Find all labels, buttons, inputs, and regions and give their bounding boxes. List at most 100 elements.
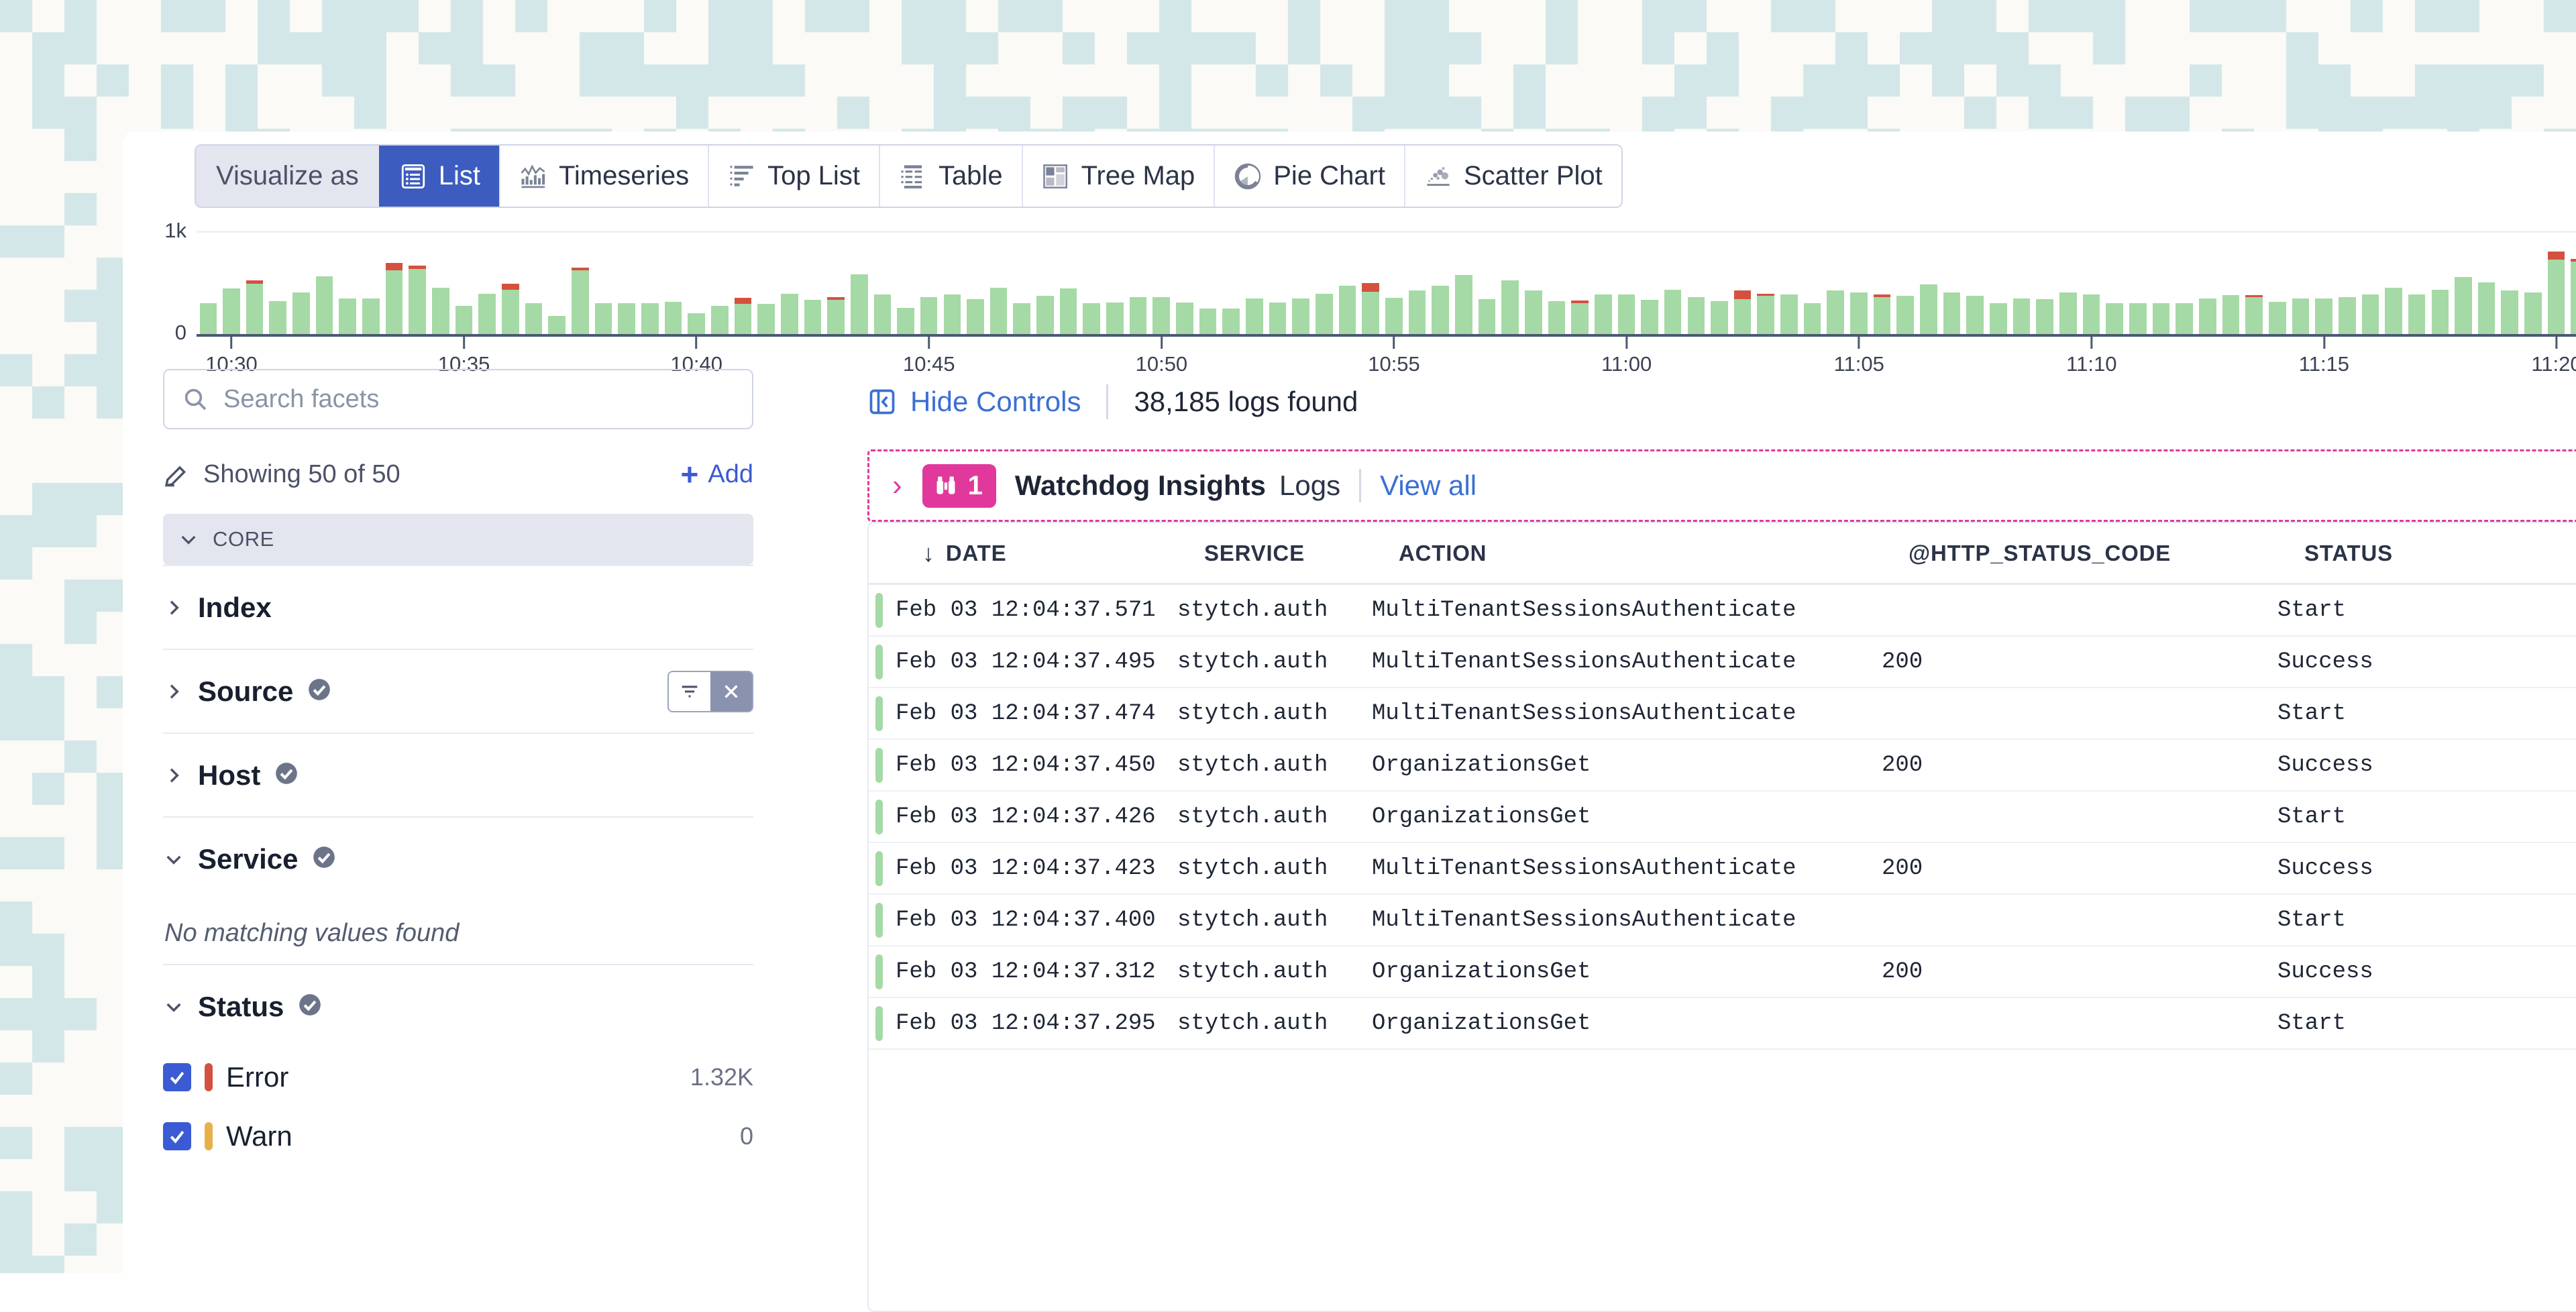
column-header-service[interactable]: SERVICE [1204, 541, 1399, 566]
histogram-bar[interactable] [429, 231, 453, 334]
histogram-bar[interactable] [360, 231, 383, 334]
histogram-bar[interactable] [2010, 231, 2033, 334]
watchdog-view-all-link[interactable]: View all [1380, 470, 1477, 502]
column-header-http-status-code[interactable]: @HTTP_STATUS_CODE [1909, 541, 2304, 566]
histogram-bar[interactable] [1684, 231, 1708, 334]
viz-tab-list[interactable]: List [379, 146, 499, 207]
histogram-bar[interactable] [685, 231, 708, 334]
histogram-bar[interactable] [1731, 231, 1754, 334]
histogram-bar[interactable] [731, 231, 755, 334]
histogram-bar[interactable] [755, 231, 778, 334]
table-row[interactable]: Feb 03 12:04:37.450 stytch.auth Organiza… [869, 740, 2576, 791]
histogram-bar[interactable] [2057, 231, 2080, 334]
histogram-bar[interactable] [2452, 231, 2475, 334]
facet-row-index[interactable]: Index [163, 565, 753, 649]
histogram-bar[interactable] [1266, 231, 1289, 334]
histogram-bar[interactable] [964, 231, 987, 334]
histogram-bar[interactable] [1289, 231, 1313, 334]
histogram-bar[interactable] [708, 231, 731, 334]
histogram-bar[interactable] [1894, 231, 1917, 334]
histogram-bar[interactable] [2428, 231, 2452, 334]
histogram-bar[interactable] [2265, 231, 2289, 334]
histogram-bar[interactable] [1824, 231, 1847, 334]
histogram-bar[interactable] [2149, 231, 2173, 334]
column-header-date[interactable]: ↓ DATE [896, 541, 1204, 566]
histogram-bar[interactable] [2522, 231, 2545, 334]
histogram-bar[interactable] [1847, 231, 1871, 334]
histogram-bar[interactable] [1661, 231, 1684, 334]
histogram-bar[interactable] [1104, 231, 1127, 334]
histogram-bar[interactable] [871, 231, 894, 334]
histogram-bar[interactable] [569, 231, 592, 334]
hide-controls-button[interactable]: Hide Controls [867, 386, 1081, 418]
histogram-bar[interactable] [1870, 231, 1894, 334]
histogram-bar[interactable] [1336, 231, 1359, 334]
histogram-bar[interactable] [1964, 231, 1987, 334]
logs-histogram[interactable]: 1k 0 10:3010:3510:4010:4510:5010:5511:00… [123, 219, 2576, 353]
histogram-bar[interactable] [2498, 231, 2522, 334]
histogram-bar[interactable] [220, 231, 244, 334]
table-row[interactable]: Feb 03 12:04:37.295 stytch.auth Organiza… [869, 998, 2576, 1050]
histogram-bar[interactable] [894, 231, 918, 334]
histogram-bar[interactable] [2173, 231, 2196, 334]
histogram-bar[interactable] [2405, 231, 2428, 334]
histogram-bar[interactable] [290, 231, 313, 334]
histogram-bar[interactable] [1708, 231, 1731, 334]
histogram-bar[interactable] [476, 231, 499, 334]
column-header-status[interactable]: STATUS [2304, 541, 2573, 566]
histogram-bar[interactable] [2312, 231, 2336, 334]
histogram-bar[interactable] [1987, 231, 2010, 334]
histogram-bar[interactable] [499, 231, 523, 334]
histogram-bar[interactable] [941, 231, 964, 334]
facet-checkbox[interactable] [163, 1063, 191, 1091]
search-facets-input[interactable]: Search facets [163, 369, 753, 429]
histogram-bar[interactable] [2382, 231, 2406, 334]
histogram-bar[interactable] [2568, 231, 2576, 334]
facet-row-source[interactable]: Source [163, 649, 753, 732]
histogram-bar[interactable] [1778, 231, 1801, 334]
histogram-bar[interactable] [1940, 231, 1964, 334]
histogram-bar[interactable] [1754, 231, 1778, 334]
facet-clear-button[interactable] [710, 672, 752, 711]
viz-tab-tree-map[interactable]: Tree Map [1022, 146, 1214, 207]
table-row[interactable]: Feb 03 12:04:37.571 stytch.auth MultiTen… [869, 585, 2576, 637]
histogram-bar[interactable] [452, 231, 476, 334]
histogram-bar[interactable] [1452, 231, 1475, 334]
watchdog-insights-banner[interactable]: › 1 Watchdog Insights Logs View all [867, 449, 2576, 522]
histogram-bar[interactable] [382, 231, 406, 334]
histogram-bar[interactable] [1010, 231, 1034, 334]
histogram-bar[interactable] [522, 231, 545, 334]
facet-row-service[interactable]: Service [163, 816, 753, 900]
histogram-bar[interactable] [2103, 231, 2127, 334]
histogram-bar[interactable] [2544, 231, 2568, 334]
histogram-bar[interactable] [1568, 231, 1592, 334]
histogram-bar[interactable] [545, 231, 569, 334]
table-row[interactable]: Feb 03 12:04:37.423 stytch.auth MultiTen… [869, 843, 2576, 895]
histogram-bar[interactable] [1591, 231, 1615, 334]
histogram-bar[interactable] [1801, 231, 1824, 334]
histogram-bar[interactable] [2289, 231, 2312, 334]
histogram-bar[interactable] [801, 231, 824, 334]
histogram-bar[interactable] [777, 231, 801, 334]
table-row[interactable]: Feb 03 12:04:37.400 stytch.auth MultiTen… [869, 895, 2576, 946]
histogram-bar[interactable] [592, 231, 615, 334]
viz-tab-top-list[interactable]: Top List [708, 146, 879, 207]
histogram-bar[interactable] [1638, 231, 1662, 334]
column-header-action[interactable]: ACTION [1399, 541, 1909, 566]
histogram-bar[interactable] [1080, 231, 1104, 334]
histogram-bar[interactable] [2080, 231, 2103, 334]
viz-tab-table[interactable]: Table [879, 146, 1022, 207]
histogram-bar[interactable] [243, 231, 266, 334]
viz-tab-scatter-plot[interactable]: Scatter Plot [1404, 146, 1621, 207]
add-facet-button[interactable]: + Add [681, 459, 754, 490]
histogram-bar[interactable] [2475, 231, 2498, 334]
facet-checkbox[interactable] [163, 1122, 191, 1150]
histogram-bar[interactable] [1243, 231, 1267, 334]
histogram-bar[interactable] [1405, 231, 1429, 334]
table-row[interactable]: Feb 03 12:04:37.474 stytch.auth MultiTen… [869, 688, 2576, 740]
histogram-bar[interactable] [1313, 231, 1336, 334]
table-row[interactable]: Feb 03 12:04:37.312 stytch.auth Organiza… [869, 946, 2576, 998]
histogram-bar[interactable] [638, 231, 661, 334]
viz-tab-pie-chart[interactable]: Pie Chart [1214, 146, 1404, 207]
histogram-bar[interactable] [2335, 231, 2359, 334]
